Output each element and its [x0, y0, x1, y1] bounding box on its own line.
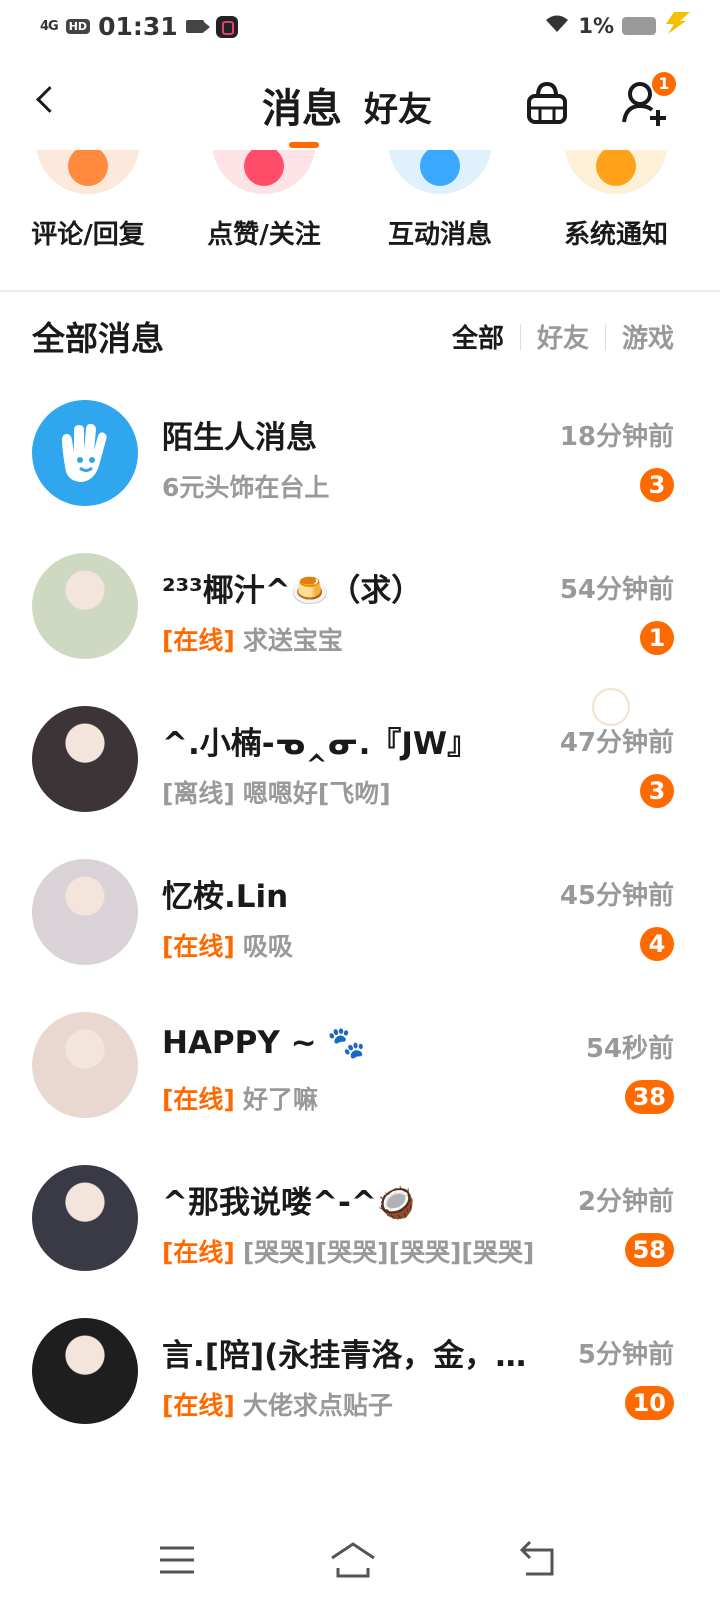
unread-badge: 38: [624, 1080, 674, 1114]
message-time: 47分钟前: [559, 728, 674, 758]
online-status: [在线]: [162, 626, 235, 655]
add-friend-badge: 1: [652, 72, 676, 96]
message-row[interactable]: ²³³椰汁^🍮（求） [在线] 求送宝宝 54分钟前 1: [0, 533, 720, 686]
preview-text: [哭哭][哭哭][哭哭][哭哭]: [242, 1238, 535, 1267]
message-list: 陌生人消息 6元头饰在台上 18分钟前 3 ²³³椰汁^🍮（求） [在线] 求送宝宝 54分钟…: [0, 380, 720, 1451]
category-icon: [564, 150, 668, 194]
message-preview: [在线] 吸吸: [162, 927, 547, 963]
home-button[interactable]: [328, 1538, 378, 1582]
contact-name: 陌生人消息: [162, 420, 317, 456]
touch-indicator: [592, 688, 630, 726]
message-row[interactable]: 陌生人消息 6元头饰在台上 18分钟前 3: [0, 380, 720, 533]
preview-text: 嗯嗯好[飞吻]: [242, 779, 391, 808]
online-status: [在线]: [162, 1085, 235, 1114]
unread-badge: 10: [624, 1386, 674, 1420]
status-bar: 4G HD 01:31 1%: [0, 0, 720, 56]
online-status: [在线]: [162, 932, 235, 961]
category-system-notice[interactable]: 系统通知: [528, 150, 704, 290]
unread-badge: 3: [640, 468, 674, 502]
preview-text: 求送宝宝: [242, 626, 343, 655]
avatar[interactable]: [32, 1165, 138, 1271]
wifi-icon: [544, 14, 570, 39]
online-status: [在线]: [162, 1391, 235, 1420]
message-row[interactable]: ^那我说喽^-^🥥 [在线] [哭哭][哭哭][哭哭][哭哭] 2分钟前 58: [0, 1145, 720, 1298]
online-status: [离线]: [162, 779, 235, 808]
tab-active-indicator: [289, 142, 319, 148]
unread-badge: 58: [624, 1233, 674, 1267]
recents-button[interactable]: [152, 1538, 202, 1582]
avatar[interactable]: [32, 1318, 138, 1424]
category-label: 互动消息: [387, 220, 492, 250]
app-notification-icon: [215, 15, 238, 38]
contact-name: 言.[陪](永挂青洛，金，…: [162, 1338, 527, 1374]
header: 消息 好友: [0, 56, 720, 150]
category-label: 评论/回复: [31, 220, 145, 250]
contact-name: HAPPY ~ 🐾: [162, 1025, 366, 1061]
unread-badge: 1: [640, 621, 674, 655]
message-preview: [在线] 求送宝宝: [162, 621, 547, 657]
avatar[interactable]: [32, 553, 138, 659]
avatar[interactable]: [32, 1012, 138, 1118]
avatar[interactable]: [32, 706, 138, 812]
video-icon: [185, 20, 210, 33]
filter-games[interactable]: 游戏: [606, 318, 674, 355]
tab-messages[interactable]: 消息: [262, 76, 342, 134]
message-time: 54秒前: [585, 1034, 674, 1064]
contact-name: ²³³椰汁^🍮（求）: [162, 573, 423, 609]
tab-friends[interactable]: 好友: [364, 82, 432, 131]
battery-percent: 1%: [578, 14, 614, 38]
avatar[interactable]: [32, 859, 138, 965]
system-nav-bar: [0, 1520, 720, 1600]
category-label: 系统通知: [563, 220, 668, 250]
online-status: [在线]: [162, 1238, 235, 1267]
bag-icon[interactable]: [522, 76, 572, 128]
message-preview: [在线] 好了嘛: [162, 1080, 547, 1116]
contact-name: ^.小楠-ᓀ‸ᓂ.『JW』: [162, 726, 479, 762]
category-icon: [212, 150, 316, 194]
filter-friends[interactable]: 好友: [521, 318, 605, 355]
unread-badge: 3: [640, 774, 674, 808]
category-comment-reply[interactable]: 评论/回复: [0, 150, 176, 290]
unread-badge: 4: [640, 927, 674, 961]
system-back-button[interactable]: [512, 1538, 562, 1582]
preview-text: 好了嘛: [242, 1085, 318, 1114]
message-time: 2分钟前: [577, 1187, 674, 1217]
category-interaction[interactable]: 互动消息: [352, 150, 528, 290]
category-label: 点赞/关注: [207, 220, 321, 250]
message-preview: 6元头饰在台上: [162, 468, 547, 504]
preview-text: 大佬求点贴子: [242, 1391, 393, 1420]
divider: [0, 290, 720, 292]
contact-name: 忆桉.Lin: [162, 879, 289, 915]
message-row[interactable]: 忆桉.Lin [在线] 吸吸 45分钟前 4: [0, 839, 720, 992]
clock: 01:31: [98, 12, 178, 41]
message-preview: [在线] 大佬求点贴子: [162, 1386, 547, 1422]
contact-name: ^那我说喽^-^🥥: [162, 1185, 416, 1221]
category-row: 评论/回复 点赞/关注 互动消息 系统通知: [0, 150, 720, 290]
battery-icon: [622, 17, 656, 35]
message-time: 45分钟前: [559, 881, 674, 911]
avatar[interactable]: [32, 400, 138, 506]
category-like-follow[interactable]: 点赞/关注: [176, 150, 352, 290]
message-row[interactable]: HAPPY ~ 🐾 [在线] 好了嘛 54秒前 38: [0, 992, 720, 1145]
message-time: 54分钟前: [559, 575, 674, 605]
category-icon: [36, 150, 140, 194]
category-icon: [388, 150, 492, 194]
message-time: 18分钟前: [559, 422, 674, 452]
signal-icon: 4G: [40, 19, 59, 34]
preview-text: 6元头饰在台上: [162, 473, 330, 502]
message-preview: [离线] 嗯嗯好[飞吻]: [162, 774, 547, 810]
filter-all[interactable]: 全部: [452, 318, 520, 355]
message-filters: 全部 好友 游戏: [452, 318, 674, 355]
message-row[interactable]: 言.[陪](永挂青洛，金，… [在线] 大佬求点贴子 5分钟前 10: [0, 1298, 720, 1451]
message-preview: [在线] [哭哭][哭哭][哭哭][哭哭]: [162, 1233, 547, 1269]
message-time: 5分钟前: [577, 1340, 674, 1370]
hd-icon: HD: [65, 19, 91, 34]
charging-icon: [664, 12, 690, 40]
back-button[interactable]: [28, 78, 68, 126]
section-title: 全部消息: [32, 319, 164, 358]
preview-text: 吸吸: [242, 932, 293, 961]
